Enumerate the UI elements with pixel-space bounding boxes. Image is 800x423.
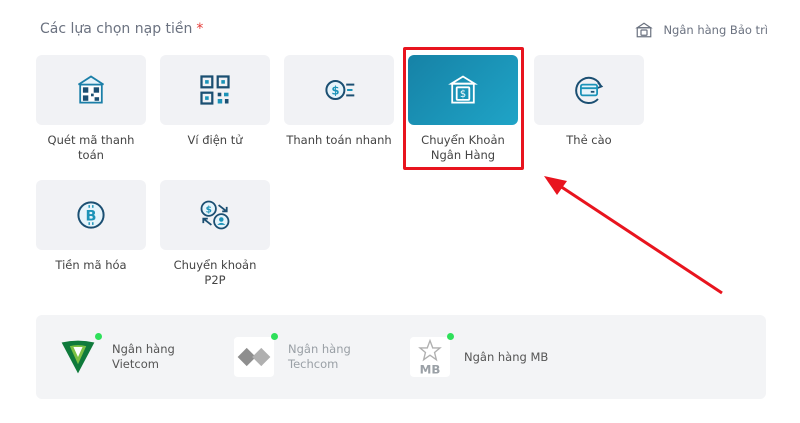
bitcoin-icon: B [77, 201, 105, 229]
svg-text:MB: MB [420, 362, 441, 376]
option-label: Thanh toán nhanh [286, 133, 392, 147]
p2p-icon: $ [200, 200, 230, 230]
vietcom-logo-icon [61, 340, 95, 374]
qr-scan-icon [77, 75, 105, 104]
required-mark: * [196, 21, 204, 37]
option-tile[interactable] [36, 55, 146, 125]
bank-name: Ngân hàng Techcom [288, 342, 351, 371]
bank-name: Ngân hàng MB [464, 349, 549, 364]
option-scratch-card[interactable]: Thẻ cào [534, 55, 644, 148]
option-crypto[interactable]: B Tiền mã hóa [36, 180, 146, 273]
bank-name: Ngân hàng Vietcom [112, 342, 175, 371]
option-tile[interactable]: $ [160, 180, 270, 250]
techcom-logo-icon [234, 337, 274, 377]
option-fast-pay[interactable]: $ Thanh toán nhanh [284, 55, 394, 148]
option-tile[interactable] [160, 55, 270, 125]
online-status-dot [447, 333, 454, 340]
option-p2p[interactable]: $ Chuyển khoản P2P [160, 180, 270, 288]
section-title: Các lựa chọn nạp tiền * [40, 21, 204, 37]
techcom-logo [232, 333, 278, 379]
bank-item-mb[interactable]: MB Ngân hàng MB [408, 333, 564, 379]
qr-code-icon [200, 75, 230, 105]
online-status-dot [271, 333, 278, 340]
option-tile[interactable]: B [36, 180, 146, 250]
option-label: Chuyển Khoản Ngân Hàng [421, 133, 505, 162]
option-tile-selected[interactable]: $ [408, 55, 518, 125]
svg-text:$: $ [460, 89, 466, 100]
bank-icon: $ [448, 75, 478, 104]
mb-logo-icon: MB [410, 337, 450, 377]
fast-pay-icon: $ [325, 80, 355, 100]
bank-item-techcom[interactable]: Ngân hàng Techcom [232, 333, 358, 379]
bank-item-vietcom[interactable]: Ngân hàng Vietcom [56, 333, 182, 379]
svg-text:B: B [86, 208, 97, 224]
option-tile[interactable] [534, 55, 644, 125]
bank-list-panel: Ngân hàng Vietcom Ngân hàng Techcom MB N… [36, 315, 766, 399]
online-status-dot [95, 333, 102, 340]
vietcom-logo [56, 333, 102, 379]
option-label: Chuyển khoản P2P [173, 258, 257, 287]
option-tile[interactable]: $ [284, 55, 394, 125]
mb-logo: MB [408, 333, 454, 379]
bank-maintenance-link[interactable]: Ngân hàng Bảo trì [635, 21, 768, 39]
option-label: Tiền mã hóa [55, 258, 127, 272]
svg-text:$: $ [206, 205, 212, 215]
option-e-wallet[interactable]: Ví điện tử [160, 55, 270, 148]
bank-maintenance-icon [635, 22, 654, 38]
bank-maintenance-label: Ngân hàng Bảo trì [663, 23, 768, 37]
card-icon [575, 76, 604, 104]
option-label: Thẻ cào [566, 133, 612, 147]
option-qr-scan[interactable]: Quét mã thanh toán [36, 55, 146, 163]
option-label: Quét mã thanh toán [47, 133, 135, 162]
svg-text:$: $ [331, 84, 339, 98]
option-label: Ví điện tử [187, 133, 243, 147]
option-bank-transfer[interactable]: $ Chuyển Khoản Ngân Hàng [408, 55, 518, 163]
